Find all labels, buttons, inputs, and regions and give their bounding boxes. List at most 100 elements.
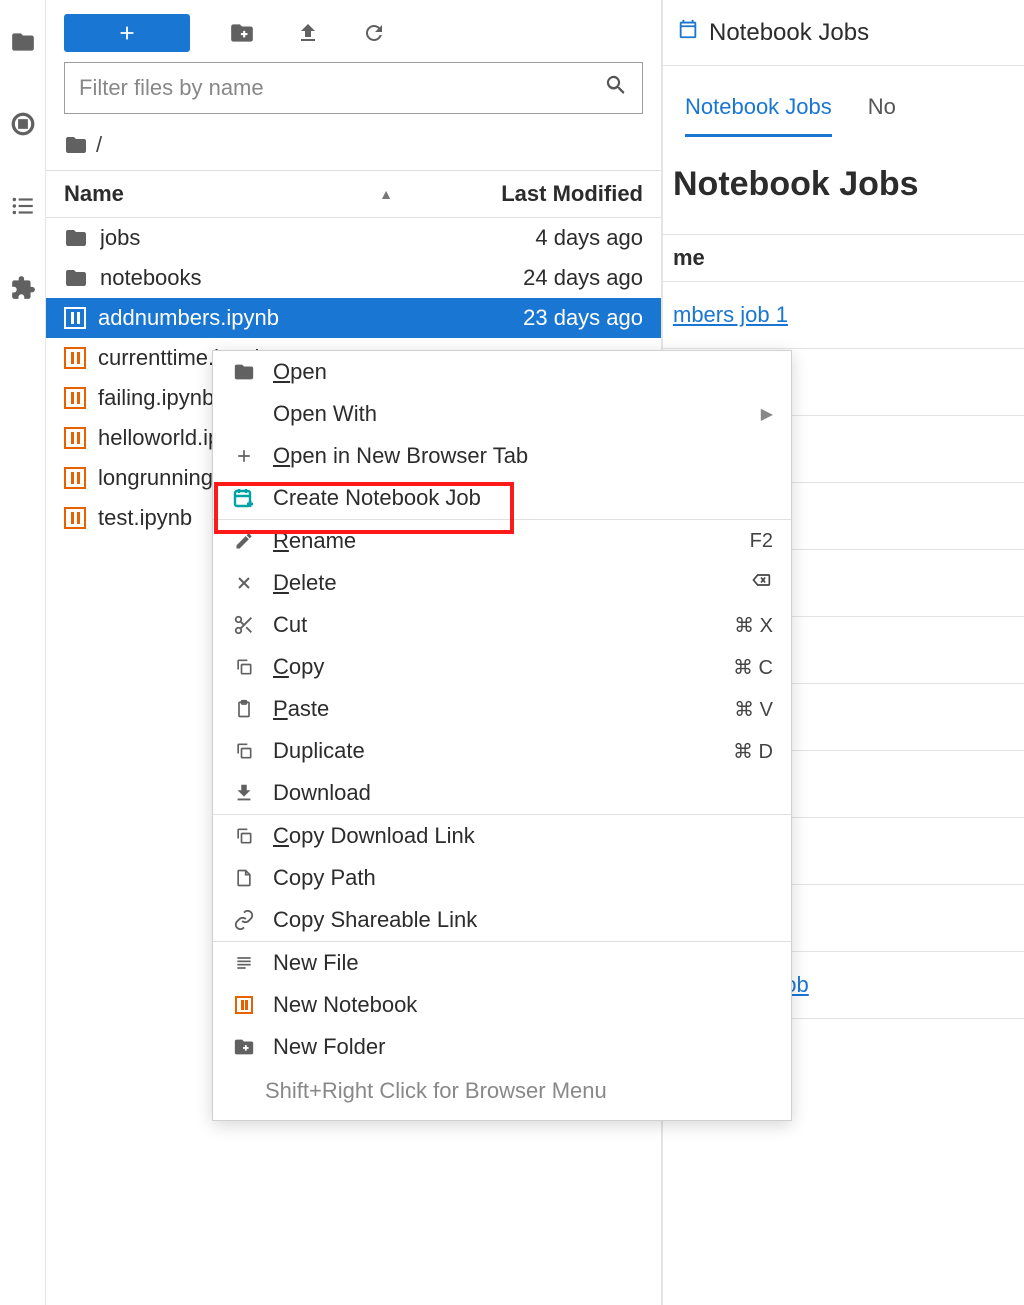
menu-duplicate-shortcut: ⌘ D	[733, 739, 773, 764]
menu-duplicate[interactable]: Duplicate ⌘ D	[213, 730, 791, 772]
menu-new-file[interactable]: New File	[213, 942, 791, 984]
menu-delete-label: Delete	[273, 570, 733, 596]
notebook-icon	[64, 467, 86, 489]
running-tab-icon[interactable]	[9, 110, 37, 138]
menu-copy-label: Copy	[273, 654, 717, 680]
menu-new-notebook[interactable]: New Notebook	[213, 984, 791, 1026]
notebook-icon	[64, 387, 86, 409]
job-name-column[interactable]: me	[673, 245, 705, 271]
activity-bar	[0, 0, 46, 1305]
new-launcher-button[interactable]	[64, 14, 190, 52]
filter-input[interactable]	[65, 63, 642, 113]
menu-delete[interactable]: Delete	[213, 562, 791, 604]
menu-copy-download-link[interactable]: Copy Download Link	[213, 815, 791, 857]
notebook-icon	[64, 427, 86, 449]
file-name: notebooks	[100, 265, 421, 291]
download-icon	[231, 780, 257, 806]
menu-copy-shortcut: ⌘ C	[733, 655, 773, 680]
calendar-plus-icon	[231, 485, 257, 511]
menu-download-label: Download	[273, 780, 773, 806]
menu-duplicate-label: Duplicate	[273, 738, 717, 764]
job-link[interactable]: mbers job 1	[673, 302, 788, 327]
file-icon	[231, 865, 257, 891]
menu-open[interactable]: Open	[213, 351, 791, 393]
menu-rename[interactable]: Rename F2	[213, 520, 791, 562]
copy-icon	[231, 654, 257, 680]
menu-new-folder-label: New Folder	[273, 1034, 773, 1060]
text-icon	[231, 950, 257, 976]
folder-row[interactable]: notebooks 24 days ago	[46, 258, 661, 298]
folder-icon	[64, 266, 88, 290]
panel-header-title: Notebook Jobs	[709, 19, 869, 47]
file-name: addnumbers.ipynb	[98, 305, 421, 331]
menu-new-file-label: New File	[273, 950, 773, 976]
notebook-row[interactable]: addnumbers.ipynb 23 days ago	[46, 298, 661, 338]
new-folder-button[interactable]	[228, 19, 256, 47]
menu-copy[interactable]: Copy ⌘ C	[213, 646, 791, 688]
breadcrumb[interactable]: /	[46, 124, 661, 170]
close-icon	[231, 570, 257, 596]
menu-open-tab-label: Open in New Browser Tab	[273, 443, 773, 469]
file-modified: 23 days ago	[433, 305, 643, 331]
toc-tab-icon[interactable]	[9, 192, 37, 220]
plus-icon	[231, 443, 257, 469]
filter-box	[64, 62, 643, 114]
folder-icon	[231, 359, 257, 385]
listing-header: Name ▲ Last Modified	[46, 170, 661, 218]
backspace-icon	[749, 570, 773, 596]
job-row: mbers job 1	[663, 282, 1024, 349]
tab-notebook-jobs[interactable]: Notebook Jobs	[685, 94, 832, 137]
menu-cut-label: Cut	[273, 612, 718, 638]
refresh-button[interactable]	[360, 19, 388, 47]
copy-icon	[231, 823, 257, 849]
file-browser-toolbar	[46, 0, 661, 62]
menu-create-notebook-job[interactable]: Create Notebook Job	[213, 477, 791, 519]
modified-column-header[interactable]: Last Modified	[433, 181, 643, 207]
menu-open-tab[interactable]: Open in New Browser Tab	[213, 435, 791, 477]
pencil-icon	[231, 528, 257, 554]
clipboard-icon	[231, 696, 257, 722]
menu-paste[interactable]: Paste ⌘ V	[213, 688, 791, 730]
folder-icon	[64, 226, 88, 250]
menu-create-job-label: Create Notebook Job	[273, 485, 773, 511]
menu-open-with-label: Open With	[273, 401, 745, 427]
menu-copy-dl-label: Copy Download Link	[273, 823, 773, 849]
notebook-icon	[64, 507, 86, 529]
submenu-arrow-icon: ▶	[761, 404, 773, 424]
menu-paste-shortcut: ⌘ V	[734, 697, 773, 722]
panel-title: Notebook Jobs	[663, 137, 1024, 234]
link-icon	[231, 907, 257, 933]
panel-header: Notebook Jobs	[663, 0, 1024, 66]
duplicate-icon	[231, 738, 257, 764]
menu-paste-label: Paste	[273, 696, 718, 722]
name-column-header[interactable]: Name	[64, 181, 124, 207]
menu-copy-path-label: Copy Path	[273, 865, 773, 891]
menu-download[interactable]: Download	[213, 772, 791, 814]
menu-cut[interactable]: Cut ⌘ X	[213, 604, 791, 646]
jobs-table-header: me	[663, 234, 1024, 282]
notebook-icon	[231, 992, 257, 1018]
folder-tab-icon[interactable]	[9, 28, 37, 56]
new-folder-icon	[231, 1034, 257, 1060]
file-modified: 24 days ago	[433, 265, 643, 291]
menu-copy-path[interactable]: Copy Path	[213, 857, 791, 899]
tab-other[interactable]: No	[868, 94, 896, 137]
extensions-tab-icon[interactable]	[9, 274, 37, 302]
menu-cut-shortcut: ⌘ X	[734, 613, 773, 638]
notebook-icon	[64, 347, 86, 369]
menu-open-with[interactable]: Open With ▶	[213, 393, 791, 435]
notebook-icon	[64, 307, 86, 329]
menu-new-folder[interactable]: New Folder	[213, 1026, 791, 1068]
menu-copy-share-label: Copy Shareable Link	[273, 907, 773, 933]
scissors-icon	[231, 612, 257, 638]
menu-rename-shortcut: F2	[750, 530, 773, 553]
file-name: jobs	[100, 225, 421, 251]
menu-hint: Shift+Right Click for Browser Menu	[213, 1068, 791, 1120]
context-menu: Open Open With ▶ Open in New Browser Tab…	[212, 350, 792, 1121]
file-modified: 4 days ago	[433, 225, 643, 251]
folder-row[interactable]: jobs 4 days ago	[46, 218, 661, 258]
breadcrumb-root: /	[96, 132, 102, 158]
upload-button[interactable]	[294, 19, 322, 47]
sort-caret-icon: ▲	[379, 186, 393, 202]
menu-copy-shareable-link[interactable]: Copy Shareable Link	[213, 899, 791, 941]
